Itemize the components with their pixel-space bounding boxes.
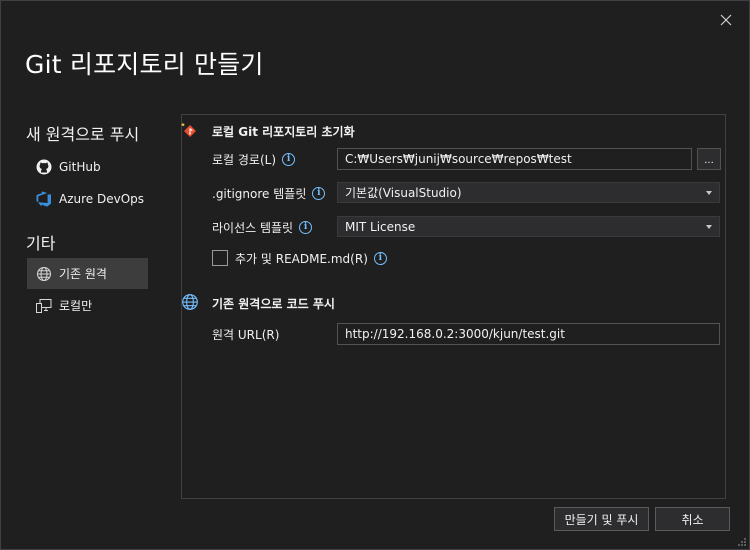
browse-button[interactable]: ... — [697, 148, 721, 170]
gitignore-template-value: 기본값(VisualStudio) — [345, 186, 462, 200]
local-path-input[interactable]: C:₩Users₩junij₩source₩repos₩test — [337, 148, 692, 170]
gitignore-template-label: .gitignore 템플릿 i — [212, 182, 326, 204]
close-button[interactable] — [715, 9, 737, 31]
local-path-label-text: 로컬 경로(L) — [212, 152, 277, 167]
globe-icon — [181, 293, 201, 313]
gitignore-template-label-text: .gitignore 템플릿 — [212, 186, 307, 201]
local-path-label: 로컬 경로(L) i — [212, 148, 296, 170]
globe-icon — [35, 265, 53, 283]
close-icon — [720, 14, 732, 26]
push-existing-remote-heading: 기존 원격으로 코드 푸시 — [212, 297, 335, 311]
dialog-title: Git 리포지토리 만들기 — [25, 50, 264, 79]
license-template-label: 라이선스 템플릿 i — [212, 216, 313, 238]
azure-devops-icon — [35, 190, 53, 208]
add-readme-checkbox[interactable] — [212, 250, 228, 266]
add-readme-label-text: 추가 및 README.md(R) — [235, 251, 368, 266]
github-icon — [35, 158, 53, 176]
sidebar-item-existing-remote[interactable]: 기존 원격 — [27, 258, 148, 289]
sidebar-item-azure-devops[interactable]: Azure DevOps — [27, 183, 148, 214]
resize-grip-icon[interactable] — [737, 537, 747, 547]
add-readme-label: 추가 및 README.md(R) i — [235, 247, 387, 269]
chevron-down-icon — [706, 224, 712, 229]
info-icon[interactable]: i — [373, 251, 387, 265]
sidebar-item-label: 기존 원격 — [59, 267, 107, 281]
local-repo-heading: 로컬 Git 리포지토리 초기화 — [212, 125, 355, 139]
license-template-label-text: 라이선스 템플릿 — [212, 220, 294, 235]
create-and-push-button[interactable]: 만들기 및 푸시 — [554, 507, 649, 531]
info-icon[interactable]: i — [299, 220, 313, 234]
remote-url-label: 원격 URL(R) — [212, 327, 280, 342]
settings-panel: 로컬 Git 리포지토리 초기화 로컬 경로(L) i C:₩Users₩jun… — [180, 114, 726, 499]
remote-url-input[interactable]: http://192.168.0.2:3000/kjun/test.git — [337, 323, 720, 345]
sidebar-item-github[interactable]: GitHub — [27, 151, 148, 182]
license-template-select[interactable]: MIT License — [337, 216, 720, 237]
license-template-value: MIT License — [345, 219, 416, 234]
gitignore-template-select[interactable]: 기본값(VisualStudio) — [337, 182, 720, 203]
info-icon[interactable]: i — [282, 152, 296, 166]
sidebar-item-label: 로컬만 — [59, 299, 93, 313]
info-icon[interactable]: i — [312, 186, 326, 200]
chevron-down-icon — [706, 190, 712, 195]
sidebar-item-label: GitHub — [59, 159, 101, 174]
cancel-button[interactable]: 취소 — [655, 507, 730, 531]
sidebar-item-label: Azure DevOps — [59, 191, 145, 206]
git-repository-icon — [180, 121, 200, 141]
local-computer-icon — [35, 297, 53, 315]
create-git-repository-dialog: Git 리포지토리 만들기 새 원격으로 푸시 GitHub Azure Dev… — [0, 0, 750, 550]
sidebar-item-local-only[interactable]: 로컬만 — [27, 290, 148, 321]
other-heading: 기타 — [26, 234, 56, 253]
push-to-new-remote-heading: 새 원격으로 푸시 — [26, 125, 140, 144]
